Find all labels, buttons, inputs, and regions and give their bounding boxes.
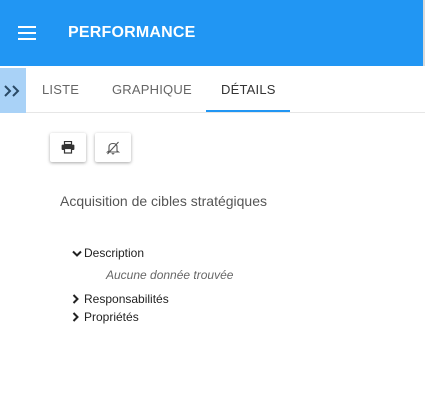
notifications-off-button[interactable] — [95, 133, 131, 162]
section-label: Propriétés — [84, 310, 139, 324]
expand-sidebar-button[interactable] — [0, 68, 26, 113]
chevron-down-icon — [72, 247, 84, 261]
tab-graphique[interactable]: GRAPHIQUE — [112, 82, 192, 97]
section-proprietes[interactable]: Propriétés — [72, 310, 139, 325]
chevron-right-icon — [72, 311, 84, 325]
detail-title: Acquisition de cibles stratégiques — [60, 193, 268, 209]
page-title: PERFORMANCE — [68, 24, 196, 41]
empty-message: Aucune donnée trouvée — [106, 268, 234, 282]
section-label: Responsabilités — [84, 292, 169, 306]
app-window: PERFORMANCE LISTE GRAPHIQUE DÉTAILS Acqu… — [0, 0, 425, 405]
tab-details[interactable]: DÉTAILS — [221, 82, 276, 97]
section-label: Description — [84, 246, 145, 260]
section-responsabilites[interactable]: Responsabilités — [72, 292, 169, 307]
chevron-right-icon — [72, 293, 84, 307]
bell-off-icon — [106, 141, 120, 155]
tab-bar: LISTE GRAPHIQUE DÉTAILS — [0, 66, 425, 113]
section-description[interactable]: Description — [72, 246, 144, 261]
active-tab-indicator — [206, 110, 290, 112]
hamburger-menu-icon[interactable] — [18, 26, 36, 40]
double-chevron-right-icon — [4, 85, 20, 97]
app-header: PERFORMANCE — [0, 0, 425, 66]
print-button[interactable] — [50, 133, 86, 162]
tab-liste[interactable]: LISTE — [42, 82, 79, 97]
print-icon — [61, 141, 75, 154]
